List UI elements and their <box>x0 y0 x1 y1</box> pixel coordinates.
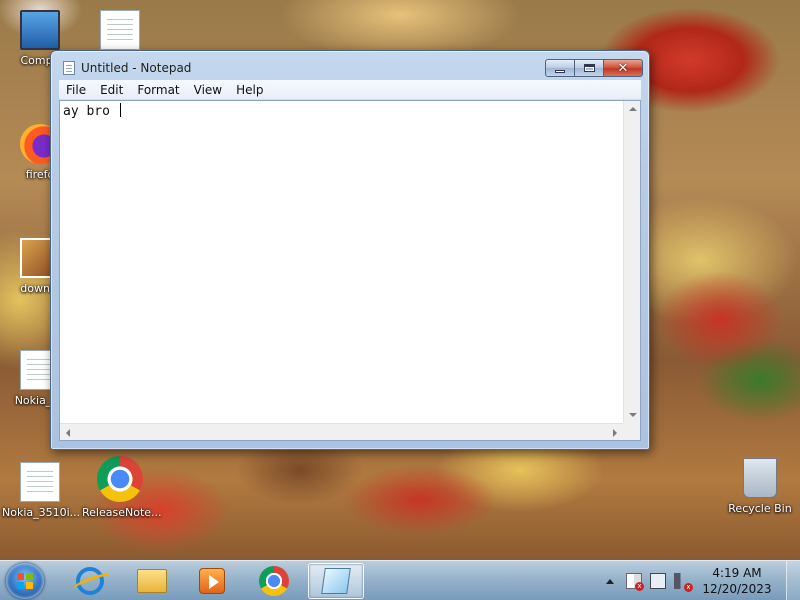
scroll-up-icon[interactable] <box>629 107 637 111</box>
taskbar: x x 4:19 AM 12/20/2023 <box>0 560 800 600</box>
show-desktop-button[interactable] <box>786 561 800 600</box>
chrome-icon <box>259 566 289 596</box>
desktop-icon-label: Recycle Bin <box>728 502 792 515</box>
text-content[interactable]: ay bro <box>63 103 620 420</box>
clock-date: 12/20/2023 <box>702 582 772 596</box>
text-caret <box>119 103 121 117</box>
desktop-icon-recycle-bin[interactable]: Recycle Bin <box>722 458 798 515</box>
menu-help[interactable]: Help <box>229 80 270 100</box>
taskbar-media-player[interactable] <box>184 563 240 599</box>
desktop-icon-label: ReleaseNote... <box>82 506 162 519</box>
file-explorer-icon <box>137 569 167 593</box>
recycle-bin-icon <box>743 458 777 498</box>
notepad-icon <box>321 568 351 594</box>
text-file-icon <box>20 462 60 502</box>
taskbar-internet-explorer[interactable] <box>62 563 118 599</box>
taskbar-file-explorer[interactable] <box>124 563 180 599</box>
chrome-icon <box>97 456 143 502</box>
caption-buttons: ✕ <box>545 59 643 77</box>
size-grip[interactable] <box>623 423 640 440</box>
muted-badge-icon: x <box>684 583 693 592</box>
network-icon[interactable] <box>650 573 666 589</box>
desktop-icon-nokia-3510i[interactable]: Nokia_3510i... <box>2 462 81 519</box>
desktop-icon-label: Nokia_3510i... <box>2 506 81 519</box>
media-player-icon <box>199 568 225 594</box>
desktop-icon-text-file[interactable] <box>82 10 158 54</box>
minimize-icon <box>555 69 565 73</box>
notepad-window[interactable]: Untitled - Notepad ✕ File Edit Format Vi… <box>50 50 650 450</box>
action-center-icon[interactable]: x <box>626 573 644 591</box>
error-badge-icon: x <box>635 582 644 591</box>
computer-icon <box>20 10 60 50</box>
clock-time: 4:19 AM <box>712 566 762 580</box>
taskbar-notepad[interactable] <box>308 563 364 599</box>
menu-format[interactable]: Format <box>130 80 186 100</box>
scroll-left-icon[interactable] <box>66 429 70 437</box>
notepad-icon <box>63 61 75 75</box>
maximize-icon <box>583 64 595 72</box>
menu-edit[interactable]: Edit <box>93 80 130 100</box>
start-button[interactable] <box>6 563 44 599</box>
horizontal-scrollbar[interactable] <box>60 423 623 440</box>
menu-bar: File Edit Format View Help <box>59 80 641 100</box>
clock[interactable]: 4:19 AM 12/20/2023 <box>702 565 772 597</box>
text-editor[interactable]: ay bro <box>59 100 641 441</box>
text-file-icon <box>100 10 140 50</box>
close-button[interactable]: ✕ <box>603 59 643 77</box>
menu-view[interactable]: View <box>187 80 229 100</box>
scroll-right-icon[interactable] <box>613 429 617 437</box>
system-tray: x x 4:19 AM 12/20/2023 <box>602 561 772 600</box>
vertical-scrollbar[interactable] <box>623 101 640 423</box>
document-text: ay bro <box>63 104 118 119</box>
minimize-button[interactable] <box>545 59 575 77</box>
show-hidden-icons-icon[interactable] <box>606 578 614 584</box>
scroll-down-icon[interactable] <box>629 413 637 417</box>
title-bar[interactable]: Untitled - Notepad ✕ <box>51 51 649 81</box>
internet-explorer-icon <box>76 567 104 595</box>
desktop-icon-release-notes[interactable]: ReleaseNote... <box>82 456 162 519</box>
taskbar-chrome[interactable] <box>246 563 302 599</box>
menu-file[interactable]: File <box>59 80 93 100</box>
close-icon: ✕ <box>617 60 629 76</box>
window-title: Untitled - Notepad <box>81 61 192 75</box>
volume-icon[interactable]: x <box>674 573 693 592</box>
maximize-button[interactable] <box>575 59 603 77</box>
